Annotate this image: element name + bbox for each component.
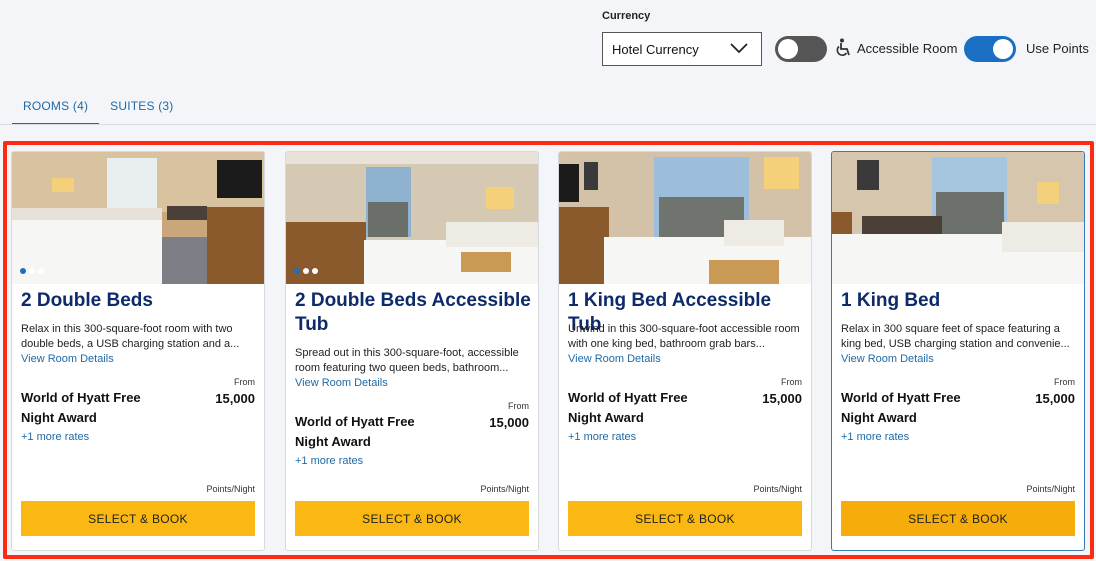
from-label: From bbox=[508, 401, 529, 411]
room-description: Spread out in this 300-square-foot, acce… bbox=[295, 346, 531, 391]
view-room-details-link[interactable]: View Room Details bbox=[295, 376, 531, 391]
tabs-divider bbox=[0, 124, 1096, 125]
accessible-room-label: Accessible Room bbox=[857, 41, 958, 56]
more-rates-link[interactable]: +1 more rates bbox=[841, 431, 909, 443]
room-photo[interactable] bbox=[12, 152, 264, 284]
more-rates-link[interactable]: +1 more rates bbox=[295, 455, 363, 467]
rate-price: 15,000 bbox=[215, 391, 255, 406]
carousel-dots[interactable] bbox=[294, 268, 318, 274]
rate-price: 15,000 bbox=[1035, 391, 1075, 406]
wheelchair-icon bbox=[836, 38, 850, 57]
from-label: From bbox=[234, 377, 255, 387]
rate-name: World of Hyatt Free Night Award bbox=[21, 390, 141, 425]
toggle-knob bbox=[993, 39, 1013, 59]
carousel-dots[interactable] bbox=[20, 268, 44, 274]
view-room-details-link[interactable]: View Room Details bbox=[841, 352, 1077, 367]
accessible-room-toggle[interactable] bbox=[775, 36, 827, 62]
select-and-book-button[interactable]: SELECT & BOOK bbox=[21, 501, 255, 536]
room-description-text: Unwind in this 300-square-foot accessibl… bbox=[568, 323, 800, 350]
room-title: 1 King Bed bbox=[841, 290, 941, 311]
tab-suites[interactable]: SUITES (3) bbox=[99, 92, 184, 125]
points-per-night-label: Points/Night bbox=[206, 484, 255, 494]
room-photo[interactable] bbox=[559, 152, 811, 284]
more-rates-link[interactable]: +1 more rates bbox=[21, 431, 89, 443]
room-photo[interactable] bbox=[286, 152, 538, 284]
currency-value: Hotel Currency bbox=[612, 41, 699, 57]
select-and-book-button[interactable]: SELECT & BOOK bbox=[568, 501, 802, 536]
room-card: 1 King Bed Relax in 300 square feet of s… bbox=[831, 151, 1085, 551]
room-card: 1 King Bed Accessible Tub Unwind in this… bbox=[558, 151, 812, 551]
room-type-tabs: ROOMS (4) SUITES (3) bbox=[12, 92, 184, 125]
currency-label: Currency bbox=[602, 10, 651, 22]
currency-select[interactable]: Hotel Currency bbox=[602, 32, 762, 66]
view-room-details-link[interactable]: View Room Details bbox=[21, 352, 257, 367]
room-description-text: Spread out in this 300-square-foot, acce… bbox=[295, 347, 519, 374]
rate-name: World of Hyatt Free Night Award bbox=[568, 390, 688, 425]
rate-price: 15,000 bbox=[489, 415, 529, 430]
chevron-down-icon bbox=[730, 43, 748, 54]
from-label: From bbox=[1054, 377, 1075, 387]
room-description: Unwind in this 300-square-foot accessibl… bbox=[568, 322, 804, 367]
points-per-night-label: Points/Night bbox=[480, 484, 529, 494]
rate-price: 15,000 bbox=[762, 391, 802, 406]
points-per-night-label: Points/Night bbox=[753, 484, 802, 494]
room-description: Relax in this 300-square-foot room with … bbox=[21, 322, 257, 367]
room-photo[interactable] bbox=[832, 152, 1084, 284]
select-and-book-button[interactable]: SELECT & BOOK bbox=[295, 501, 529, 536]
room-card: 2 Double Beds Relax in this 300-square-f… bbox=[11, 151, 265, 551]
room-description: Relax in 300 square feet of space featur… bbox=[841, 322, 1077, 367]
tab-rooms[interactable]: ROOMS (4) bbox=[12, 92, 100, 125]
from-label: From bbox=[781, 377, 802, 387]
points-per-night-label: Points/Night bbox=[1026, 484, 1075, 494]
use-points-toggle[interactable] bbox=[964, 36, 1016, 62]
select-and-book-button[interactable]: SELECT & BOOK bbox=[841, 501, 1075, 536]
room-description-text: Relax in 300 square feet of space featur… bbox=[841, 323, 1070, 350]
view-room-details-link[interactable]: View Room Details bbox=[568, 352, 804, 367]
room-title: 2 Double Beds bbox=[21, 290, 153, 311]
rate-name: World of Hyatt Free Night Award bbox=[295, 414, 415, 449]
filter-bar: Currency Hotel Currency Accessible Room … bbox=[0, 0, 1096, 86]
room-title: 2 Double Beds Accessible Tub bbox=[295, 290, 531, 335]
rate-name: World of Hyatt Free Night Award bbox=[841, 390, 961, 425]
room-card: 2 Double Beds Accessible Tub Spread out … bbox=[285, 151, 539, 551]
room-description-text: Relax in this 300-square-foot room with … bbox=[21, 323, 240, 350]
toggle-knob bbox=[778, 39, 798, 59]
use-points-label: Use Points bbox=[1026, 41, 1089, 56]
more-rates-link[interactable]: +1 more rates bbox=[568, 431, 636, 443]
